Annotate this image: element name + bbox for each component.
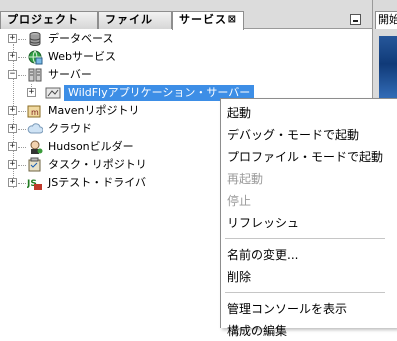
tree-item-servers[interactable]: − サーバー <box>0 66 160 84</box>
expand-toggle[interactable]: + <box>8 106 17 115</box>
tree-item-label: クラウド <box>48 122 92 135</box>
tab-projects-label: プロジェクト <box>7 13 79 26</box>
js-test-driver-icon: JS <box>26 175 43 191</box>
menu-item-edit-configuration[interactable]: 構成の編集 <box>221 321 397 341</box>
expand-toggle[interactable]: + <box>8 52 17 61</box>
tab-services-label: サービス <box>179 13 227 26</box>
close-tab-icon[interactable]: ⊠ <box>228 12 237 28</box>
menu-separator <box>225 292 385 293</box>
web-services-icon <box>27 49 43 65</box>
database-icon <box>27 31 43 47</box>
tree-item-wildfly-server[interactable]: + WildFlyアプリケーション・サーバー <box>0 84 255 102</box>
menu-item-stop[interactable]: 停止 <box>221 191 397 211</box>
tree-item-label: Hudsonビルダー <box>48 140 134 153</box>
tab-files[interactable]: ファイル <box>98 11 172 29</box>
servers-icon <box>27 67 43 83</box>
tree-item-cloud[interactable]: + クラウド <box>0 120 160 138</box>
tab-files-label: ファイル <box>105 13 153 26</box>
tree-item-label: タスク・リポジトリ <box>48 158 147 171</box>
menu-item-refresh[interactable]: リフレッシュ <box>221 213 397 233</box>
tree-item-task-repositories[interactable]: + タスク・リポジトリ <box>0 156 160 174</box>
tree-item-web-services[interactable]: + Webサービス <box>0 48 160 66</box>
menu-item-delete[interactable]: 削除 <box>221 267 397 287</box>
tree-item-label: サーバー <box>48 68 92 81</box>
expand-toggle[interactable]: + <box>8 178 17 187</box>
tree-item-label: Webサービス <box>48 50 116 63</box>
tree-item-label: データベース <box>48 32 114 45</box>
minimize-window-button[interactable] <box>350 14 361 25</box>
tab-start-page-label: 開始 <box>378 13 397 26</box>
svg-text:m: m <box>31 108 39 117</box>
maven-repository-icon: m <box>27 103 43 119</box>
server-context-menu: 起動 デバッグ・モードで起動 プロファイル・モードで起動 再起動 停止 リフレッ… <box>220 98 397 338</box>
tree-item-hudson-builders[interactable]: + Hudsonビルダー <box>0 138 160 156</box>
task-repository-icon <box>27 157 43 173</box>
tab-projects[interactable]: プロジェクト <box>0 11 98 29</box>
expand-toggle[interactable]: + <box>8 160 17 169</box>
tab-start-page[interactable]: 開始 <box>375 11 397 29</box>
expand-toggle[interactable]: + <box>8 142 17 151</box>
explorer-tab-bar: プロジェクト ファイル サービス ⊠ <box>0 0 372 30</box>
tab-services[interactable]: サービス ⊠ <box>172 11 244 30</box>
cloud-icon <box>27 121 44 137</box>
expand-toggle[interactable]: + <box>27 88 36 97</box>
menu-item-start[interactable]: 起動 <box>221 103 397 123</box>
menu-separator <box>225 238 385 239</box>
hudson-builder-icon <box>27 139 43 155</box>
menu-item-restart[interactable]: 再起動 <box>221 169 397 189</box>
tree-item-label: Mavenリポジトリ <box>48 104 140 117</box>
tree-item-js-test-driver[interactable]: + JS JSテスト・ドライバ <box>0 174 160 192</box>
wildfly-server-icon <box>45 85 61 101</box>
menu-item-start-debug-mode[interactable]: デバッグ・モードで起動 <box>221 125 397 145</box>
tree-item-database[interactable]: + データベース <box>0 30 160 48</box>
collapse-toggle[interactable]: − <box>8 70 17 79</box>
expand-toggle[interactable]: + <box>8 124 17 133</box>
start-page-banner <box>379 36 397 106</box>
menu-item-rename[interactable]: 名前の変更... <box>221 245 397 265</box>
tree-item-label: JSテスト・ドライバ <box>48 176 147 189</box>
menu-item-show-admin-console[interactable]: 管理コンソールを表示 <box>221 299 397 319</box>
menu-item-start-profile-mode[interactable]: プロファイル・モードで起動 <box>221 147 397 167</box>
expand-toggle[interactable]: + <box>8 34 17 43</box>
tree-item-maven-repositories[interactable]: + m Mavenリポジトリ <box>0 102 160 120</box>
